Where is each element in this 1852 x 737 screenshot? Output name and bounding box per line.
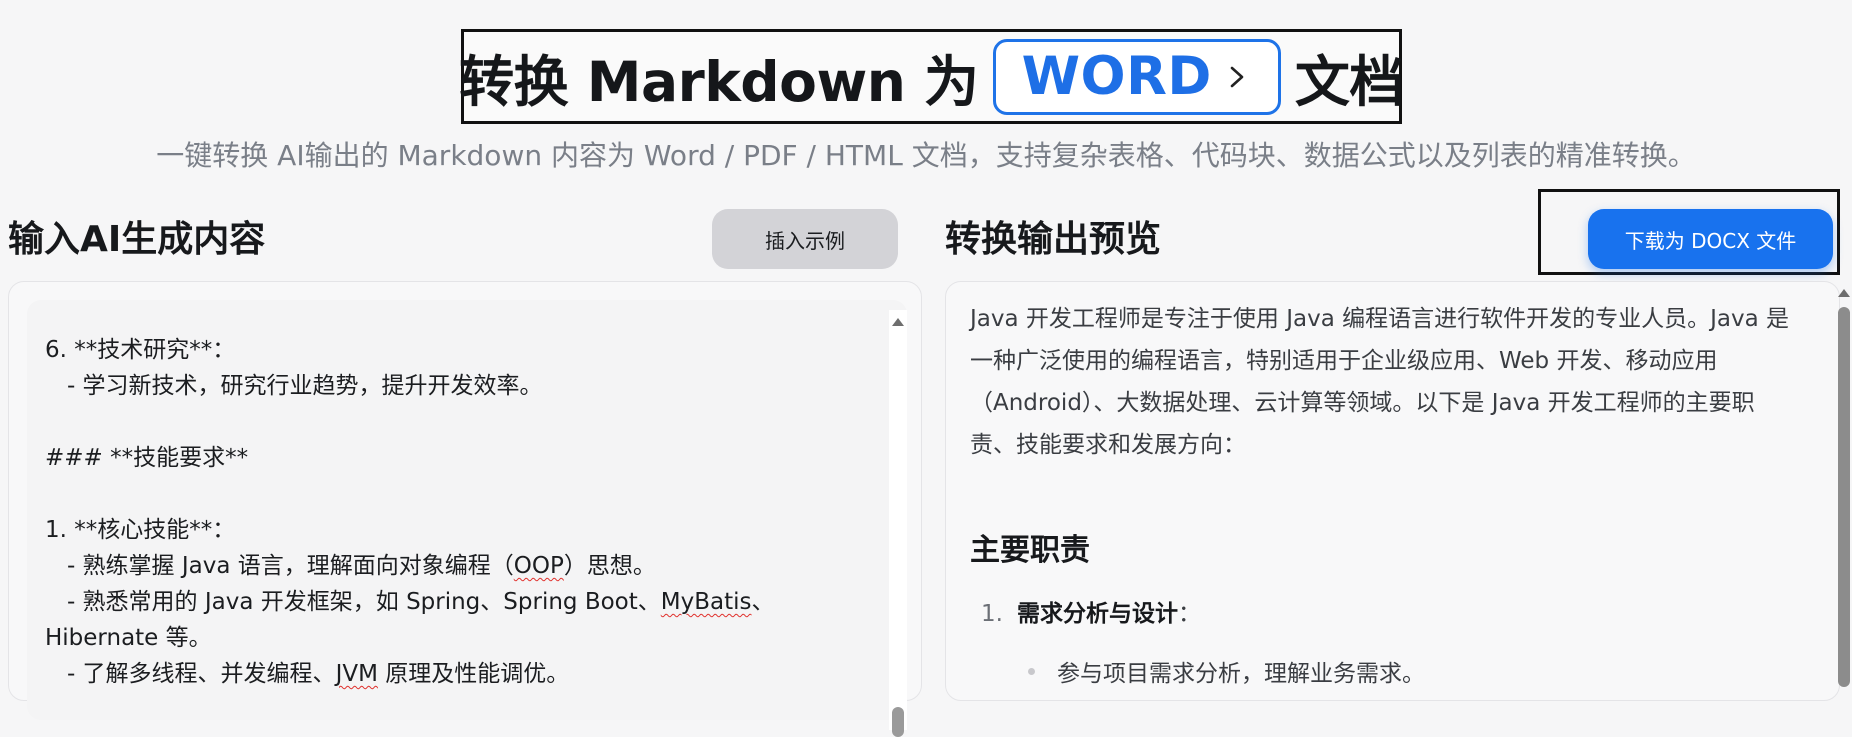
chevron-right-icon [1230,66,1244,87]
hero-title-prefix: 转换 Markdown 为 [459,49,979,114]
editor-scrollbar-thumb[interactable] [892,707,904,737]
hero-title-frame: 转换 Markdown 为 WORD 文档 [459,29,1405,124]
preview-list-item: 1. 需求分析与设计： [981,594,1201,628]
preview-scrollbar-thumb[interactable] [1838,307,1850,687]
spellcheck-word: OOP [513,553,564,579]
editor-line: 原理及性能调优。 [377,661,570,687]
editor-line: - 熟练掌握 Java 语言，理解面向对象编程（ [45,553,514,579]
editor-section-title: 输入AI生成内容 [8,219,266,260]
spellcheck-word: JVM [335,661,378,687]
editor-line: 1. **核心技能**： [45,517,236,543]
editor-panel: 6. **技术研究**： - 学习新技术，研究行业趋势，提升开发效率。 ### … [8,281,922,737]
editor-line: - 熟悉常用的 Java 开发框架，如 Spring、Spring Boot、 [45,589,661,615]
preview-scrollbar[interactable] [1835,281,1852,687]
editor-line: - 了解多线程、并发编程、 [45,661,336,687]
list-item-colon: ： [1177,601,1201,627]
editor-line: 、 [751,589,775,615]
format-selector-pill[interactable]: WORD [992,38,1281,115]
markdown-input-content[interactable]: 6. **技术研究**： - 学习新技术，研究行业趋势，提升开发效率。 ### … [45,332,875,692]
sub-item-text: 参与项目需求分析，理解业务需求。 [1057,661,1425,687]
preview-section-heading: 主要职责 [970,533,1090,568]
scroll-up-arrow-icon[interactable] [1837,287,1851,299]
editor-line: ）思想。 [563,553,656,579]
editor-line: ### **技能要求** [45,445,249,471]
preview-intro-paragraph: Java 开发工程师是专注于使用 Java 编程语言进行软件开发的专业人员。Ja… [970,306,1789,458]
editor-line: 6. **技术研究**： [45,337,236,363]
page-subtitle: 一键转换 AI输出的 Markdown 内容为 Word / PDF / HTM… [156,139,1696,172]
list-item-title: 需求分析与设计 [1016,601,1178,627]
list-item-number: 1. [981,601,1003,627]
editor-line: Hibernate 等。 [45,625,212,651]
preview-section-title: 转换输出预览 [945,219,1162,260]
spellcheck-word: MyBatis [660,589,752,615]
hero-title-suffix: 文档 [1294,49,1405,114]
editor-scrollbar[interactable] [889,310,907,737]
preview-panel: Java 开发工程师是专注于使用 Java 编程语言进行软件开发的专业人员。Ja… [945,281,1840,701]
format-selector-label: WORD [1021,46,1212,107]
bullet-icon [1028,668,1035,675]
insert-example-button[interactable]: 插入示例 [712,209,898,269]
editor-line: - 学习新技术，研究行业趋势，提升开发效率。 [45,373,543,399]
preview-sub-list-item: 参与项目需求分析，理解业务需求。 [1028,654,1425,688]
scroll-up-arrow-icon[interactable] [891,316,905,328]
markdown-input-textarea[interactable]: 6. **技术研究**： - 学习新技术，研究行业趋势，提升开发效率。 ### … [27,300,907,737]
download-docx-button[interactable]: 下载为 DOCX 文件 [1588,209,1833,269]
